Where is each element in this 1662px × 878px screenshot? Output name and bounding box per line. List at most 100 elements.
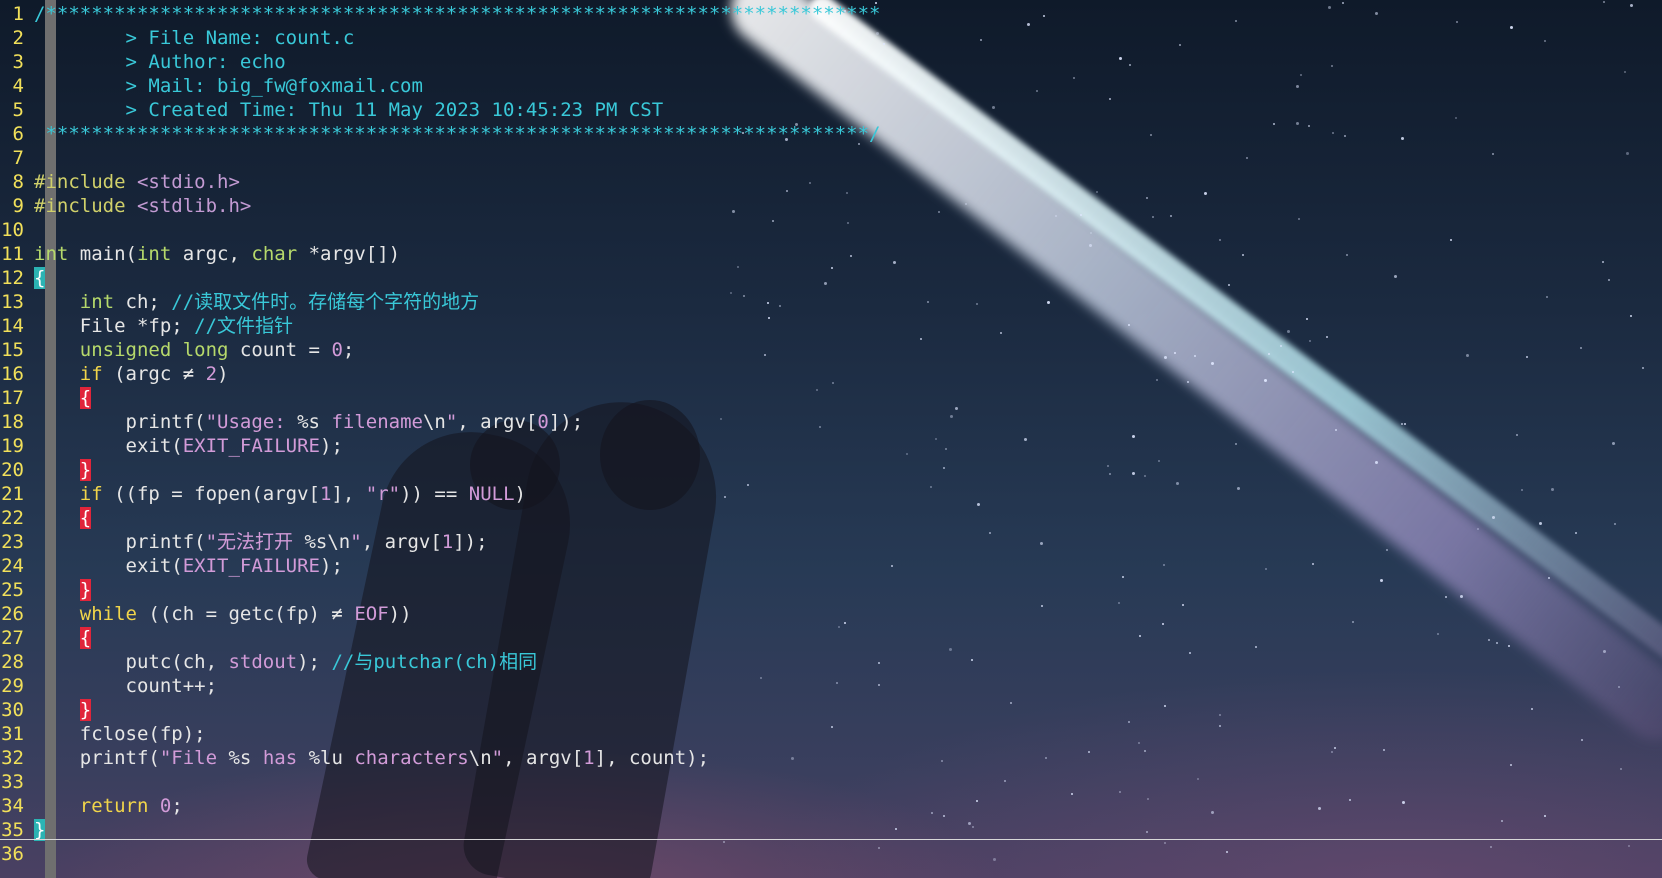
code-line[interactable]: 31 fclose(fp);: [0, 722, 1662, 746]
code-line[interactable]: 16 if (argc ≠ 2): [0, 362, 1662, 386]
code-line[interactable]: 27 {: [0, 626, 1662, 650]
line-text: exit(EXIT_FAILURE);: [34, 554, 343, 578]
line-number: 19: [1, 435, 24, 457]
line-number: 36: [1, 843, 24, 865]
line-text: {: [34, 626, 92, 650]
code-line[interactable]: 4 > Mail: big_fw@foxmail.com: [0, 74, 1662, 98]
code-line[interactable]: 28 putc(ch, stdout); //与putchar(ch)相同: [0, 650, 1662, 674]
line-number: 30: [1, 699, 24, 721]
token-text: fclose(fp);: [34, 723, 206, 745]
code-line[interactable]: 6 **************************************…: [0, 122, 1662, 146]
token-text: \n: [422, 411, 446, 433]
token-num: 2: [205, 363, 218, 385]
token-kw: if: [79, 363, 103, 385]
code-line[interactable]: 3 > Author: echo: [0, 50, 1662, 74]
line-number: 5: [12, 99, 24, 121]
token-kw: while: [79, 603, 137, 625]
code-line[interactable]: 13 int ch; //读取文件时。存储每个字符的地方: [0, 290, 1662, 314]
code-line[interactable]: 29 count++;: [0, 674, 1662, 698]
line-number: 29: [1, 675, 24, 697]
line-text: {: [34, 266, 46, 290]
token-bc: }: [34, 819, 46, 841]
token-com: //文件指针: [194, 315, 294, 337]
code-line[interactable]: 23 printf("无法打开 %s\n", argv[1]);: [0, 530, 1662, 554]
code-line[interactable]: 36: [0, 842, 1662, 866]
token-text: %s\n: [304, 531, 351, 553]
code-line[interactable]: 2 > File Name: count.c: [0, 26, 1662, 50]
code-line[interactable]: 1 /**************************************…: [0, 2, 1662, 26]
code-line[interactable]: 17 {: [0, 386, 1662, 410]
code-line[interactable]: 22 {: [0, 506, 1662, 530]
code-line[interactable]: 25 }: [0, 578, 1662, 602]
code-line[interactable]: 12 {: [0, 266, 1662, 290]
code-line[interactable]: 33: [0, 770, 1662, 794]
token-com: ****************************************…: [34, 123, 881, 145]
token-text: ((ch = getc(fp) ≠: [136, 603, 355, 625]
token-str: ": [445, 411, 458, 433]
line-text: {: [34, 506, 92, 530]
token-kw: return: [79, 795, 149, 817]
token-text: ]);: [453, 531, 488, 553]
code-line[interactable]: 19 exit(EXIT_FAILURE);: [0, 434, 1662, 458]
token-text: , argv[: [361, 531, 442, 553]
code-line[interactable]: 7: [0, 146, 1662, 170]
token-str: has: [251, 747, 309, 769]
code-line[interactable]: 10: [0, 218, 1662, 242]
code-line[interactable]: 26 while ((ch = getc(fp) ≠ EOF)): [0, 602, 1662, 626]
line-text: > Mail: big_fw@foxmail.com: [34, 74, 423, 98]
line-text: if ((fp = fopen(argv[1], "r")) == NULL): [34, 482, 526, 506]
token-text: %s: [228, 747, 252, 769]
code-line[interactable]: 8 #include <stdio.h>: [0, 170, 1662, 194]
line-number: 31: [1, 723, 24, 745]
token-com: //读取文件时。存储每个字符的地方: [171, 291, 480, 313]
token-text: %s: [297, 411, 320, 433]
token-text: ], count);: [594, 747, 710, 769]
line-text: > Created Time: Thu 11 May 2023 10:45:23…: [34, 98, 664, 122]
line-text: printf("Usage: %s filename\n", argv[0]);: [34, 410, 584, 434]
token-text: ;: [342, 339, 355, 361]
vim-editor[interactable]: 1 /**************************************…: [0, 0, 1662, 878]
line-number: 17: [1, 387, 24, 409]
code-line[interactable]: 15 unsigned long count = 0;: [0, 338, 1662, 362]
code-line[interactable]: 20 }: [0, 458, 1662, 482]
line-text: > Author: echo: [34, 50, 286, 74]
line-number: 10: [1, 219, 24, 241]
token-text: argc,: [171, 243, 252, 265]
line-text: unsigned long count = 0;: [34, 338, 355, 362]
code-line[interactable]: 11 int main(int argc, char *argv[]): [0, 242, 1662, 266]
token-com: > File Name: count.c: [34, 27, 355, 49]
line-text: printf("无法打开 %s\n", argv[1]);: [34, 530, 488, 554]
line-number: 28: [1, 651, 24, 673]
line-text: int ch; //读取文件时。存储每个字符的地方: [34, 290, 479, 314]
code-line[interactable]: 30 }: [0, 698, 1662, 722]
token-text: );: [297, 651, 332, 673]
code-line[interactable]: 9 #include <stdlib.h>: [0, 194, 1662, 218]
line-number: 7: [12, 147, 24, 169]
token-text: exit(: [34, 555, 183, 577]
code-line[interactable]: 24 exit(EXIT_FAILURE);: [0, 554, 1662, 578]
code-line[interactable]: 18 printf("Usage: %s filename\n", argv[0…: [0, 410, 1662, 434]
line-number: 15: [1, 339, 24, 361]
line-number: 21: [1, 483, 24, 505]
line-number: 16: [1, 363, 24, 385]
line-text: return 0;: [34, 794, 183, 818]
token-br: }: [79, 699, 92, 721]
code-line[interactable]: 34 return 0;: [0, 794, 1662, 818]
line-text: }: [34, 458, 92, 482]
token-str: ": [491, 747, 504, 769]
token-const: EOF: [354, 603, 389, 625]
code-line[interactable]: 32 printf("File %s has %lu characters\n"…: [0, 746, 1662, 770]
line-text: File *fp; //文件指针: [34, 314, 293, 338]
line-text: exit(EXIT_FAILURE);: [34, 434, 343, 458]
code-line[interactable]: 14 File *fp; //文件指针: [0, 314, 1662, 338]
line-number: 8: [12, 171, 24, 193]
token-num: 1: [583, 747, 595, 769]
token-const: NULL: [468, 483, 515, 505]
line-text: #include <stdio.h>: [34, 170, 240, 194]
code-line[interactable]: 21 if ((fp = fopen(argv[1], "r")) == NUL…: [0, 482, 1662, 506]
line-number: 13: [1, 291, 24, 313]
code-line[interactable]: 5 > Created Time: Thu 11 May 2023 10:45:…: [0, 98, 1662, 122]
line-text: #include <stdlib.h>: [34, 194, 251, 218]
